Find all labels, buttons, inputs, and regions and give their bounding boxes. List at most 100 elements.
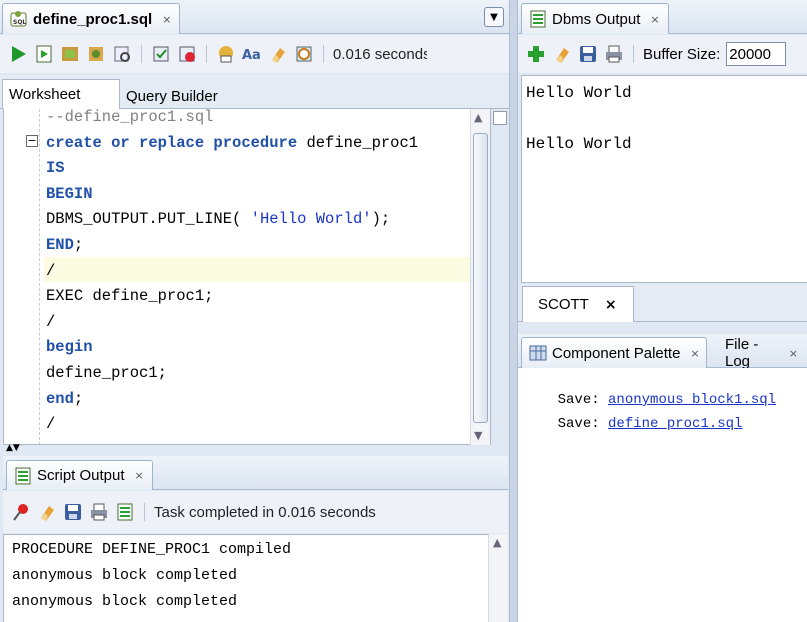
splitter-arrows-icon[interactable]: ▲▼ (6, 444, 20, 453)
script-output-text[interactable]: PROCEDURE DEFINE_PROC1 compiled anonymou… (3, 534, 491, 622)
close-icon[interactable]: × (690, 347, 699, 360)
toolbar-separator (144, 503, 145, 521)
explain-plan-icon[interactable] (86, 44, 106, 64)
code-line: END; (46, 233, 83, 258)
dbms-output-text[interactable]: Hello World Hello World (521, 75, 807, 283)
tab-worksheet[interactable]: Worksheet (2, 79, 120, 109)
script-output-scrollbar[interactable]: ▲ (488, 534, 508, 622)
code-token: / (46, 415, 56, 434)
pin-icon[interactable] (11, 502, 31, 522)
editor-scrollbar[interactable]: ▲ ▼ (470, 109, 490, 445)
fold-toggle-icon[interactable]: − (26, 135, 38, 147)
code-token: --define_proc1.sql (46, 109, 214, 126)
sql-history-icon[interactable] (294, 44, 314, 64)
log-file-link[interactable]: define_proc1.sql (608, 416, 742, 432)
unshared-worksheet-icon[interactable] (216, 44, 236, 64)
code-editor[interactable]: − --define_proc1.sqlcreate or replace pr… (3, 109, 491, 445)
close-icon[interactable]: × (162, 13, 171, 26)
code-token: EXEC define_proc1; (46, 287, 214, 306)
autotrace-icon[interactable] (60, 44, 80, 64)
code-token: begin (46, 338, 93, 357)
toolbar-separator (206, 45, 207, 63)
close-icon[interactable]: × (135, 469, 144, 482)
add-connection-icon[interactable] (526, 44, 546, 64)
execution-time: 0.016 seconds (333, 45, 427, 63)
clear-eraser-icon[interactable] (552, 44, 572, 64)
current-line-highlight (44, 257, 474, 282)
code-line: define_proc1; (46, 361, 167, 386)
file-log-panel[interactable]: Save: anonymous_block1.sql Save: define_… (518, 368, 807, 622)
svg-text:Aa: Aa (242, 48, 261, 63)
code-line: end; (46, 387, 83, 412)
task-status: Task completed in 0.016 seconds (154, 503, 376, 521)
open-script-icon[interactable] (115, 502, 135, 522)
save-icon[interactable] (63, 502, 83, 522)
code-token: / (46, 312, 56, 331)
buffer-size-input[interactable] (726, 42, 787, 66)
scroll-up-icon[interactable]: ▲ (474, 111, 482, 124)
code-token: ; (73, 236, 84, 254)
sql-tuning-icon[interactable] (112, 44, 132, 64)
code-token: IS (46, 159, 65, 178)
code-line: / (46, 259, 55, 284)
run-statement-icon[interactable] (8, 44, 28, 64)
component-palette-tab-title: Component Palette (552, 344, 681, 362)
tab-file-log[interactable]: File - Log × (718, 336, 807, 370)
tab-define-proc1-sql[interactable]: SQL define_proc1.sql × (2, 3, 181, 34)
log-prefix: Save: (557, 416, 609, 432)
close-icon[interactable]: × (605, 297, 617, 313)
chevron-down-icon: ▼ (490, 11, 498, 23)
code-token: create or replace procedure (46, 133, 298, 152)
tab-query-builder-label: Query Builder (126, 87, 218, 105)
scroll-up-icon[interactable]: ▲ (493, 536, 501, 549)
code-line: / (46, 412, 55, 437)
scroll-down-icon[interactable]: ▼ (474, 429, 482, 442)
buffer-size-label: Buffer Size: (643, 45, 721, 63)
print-icon[interactable] (89, 502, 109, 522)
code-token: 'Hello World' (250, 210, 372, 229)
clear-eraser-icon[interactable] (37, 502, 57, 522)
tab-script-output[interactable]: Script Output × (6, 460, 153, 490)
run-script-icon[interactable] (34, 44, 54, 64)
script-output-icon (13, 466, 33, 486)
tab-query-builder[interactable]: Query Builder (126, 85, 218, 107)
code-token: DBMS_OUTPUT.PUT_LINE( (46, 210, 251, 229)
to-upper-lower-icon[interactable]: Aa (242, 44, 262, 64)
tab-component-palette[interactable]: Component Palette × (521, 337, 707, 368)
tab-scott-connection[interactable]: SCOTT × (522, 286, 634, 322)
tab-dbms-output[interactable]: Dbms Output × (521, 3, 669, 34)
save-icon[interactable] (578, 44, 598, 64)
component-palette-icon (528, 343, 548, 363)
rollback-icon[interactable] (177, 44, 197, 64)
editor-tabbar: SQL define_proc1.sql × ▼ (0, 0, 515, 34)
code-token: BEGIN (46, 184, 93, 203)
script-output-tabbar: Script Output × (3, 456, 508, 490)
print-icon[interactable] (604, 44, 624, 64)
close-icon[interactable]: × (789, 347, 798, 360)
code-token: ; (73, 389, 84, 408)
dbms-toolbar: Buffer Size: (518, 35, 807, 73)
code-token: define_proc1; (46, 364, 167, 382)
code-token: end (46, 389, 74, 408)
editor-scroll-thumb[interactable] (473, 133, 488, 423)
vertical-splitter[interactable] (509, 0, 518, 622)
toolbar-separator (633, 45, 634, 63)
script-output-toolbar: Task completed in 0.016 seconds (3, 491, 508, 533)
code-line: DBMS_OUTPUT.PUT_LINE( 'Hello World'); (46, 207, 390, 232)
code-token: ); (371, 210, 391, 229)
code-line: create or replace procedure define_proc1 (46, 131, 418, 156)
code-line: EXEC define_proc1; (46, 284, 213, 309)
script-output-tab-title: Script Output (37, 467, 125, 484)
commit-icon[interactable] (151, 44, 171, 64)
corner-box (493, 111, 507, 125)
tab-list-dropdown-button[interactable]: ▼ (484, 7, 504, 27)
clear-eraser-icon[interactable] (268, 44, 288, 64)
connection-tabbar: SCOTT × (518, 284, 807, 322)
editor-toolbar: Aa 0.016 seconds (0, 35, 515, 73)
code-line: / (46, 310, 55, 335)
code-token: END (46, 236, 74, 254)
close-icon[interactable]: × (650, 13, 659, 26)
code-token: / (46, 261, 56, 280)
svg-text:SQL: SQL (13, 19, 26, 26)
dbms-tab-title: Dbms Output (552, 10, 641, 28)
